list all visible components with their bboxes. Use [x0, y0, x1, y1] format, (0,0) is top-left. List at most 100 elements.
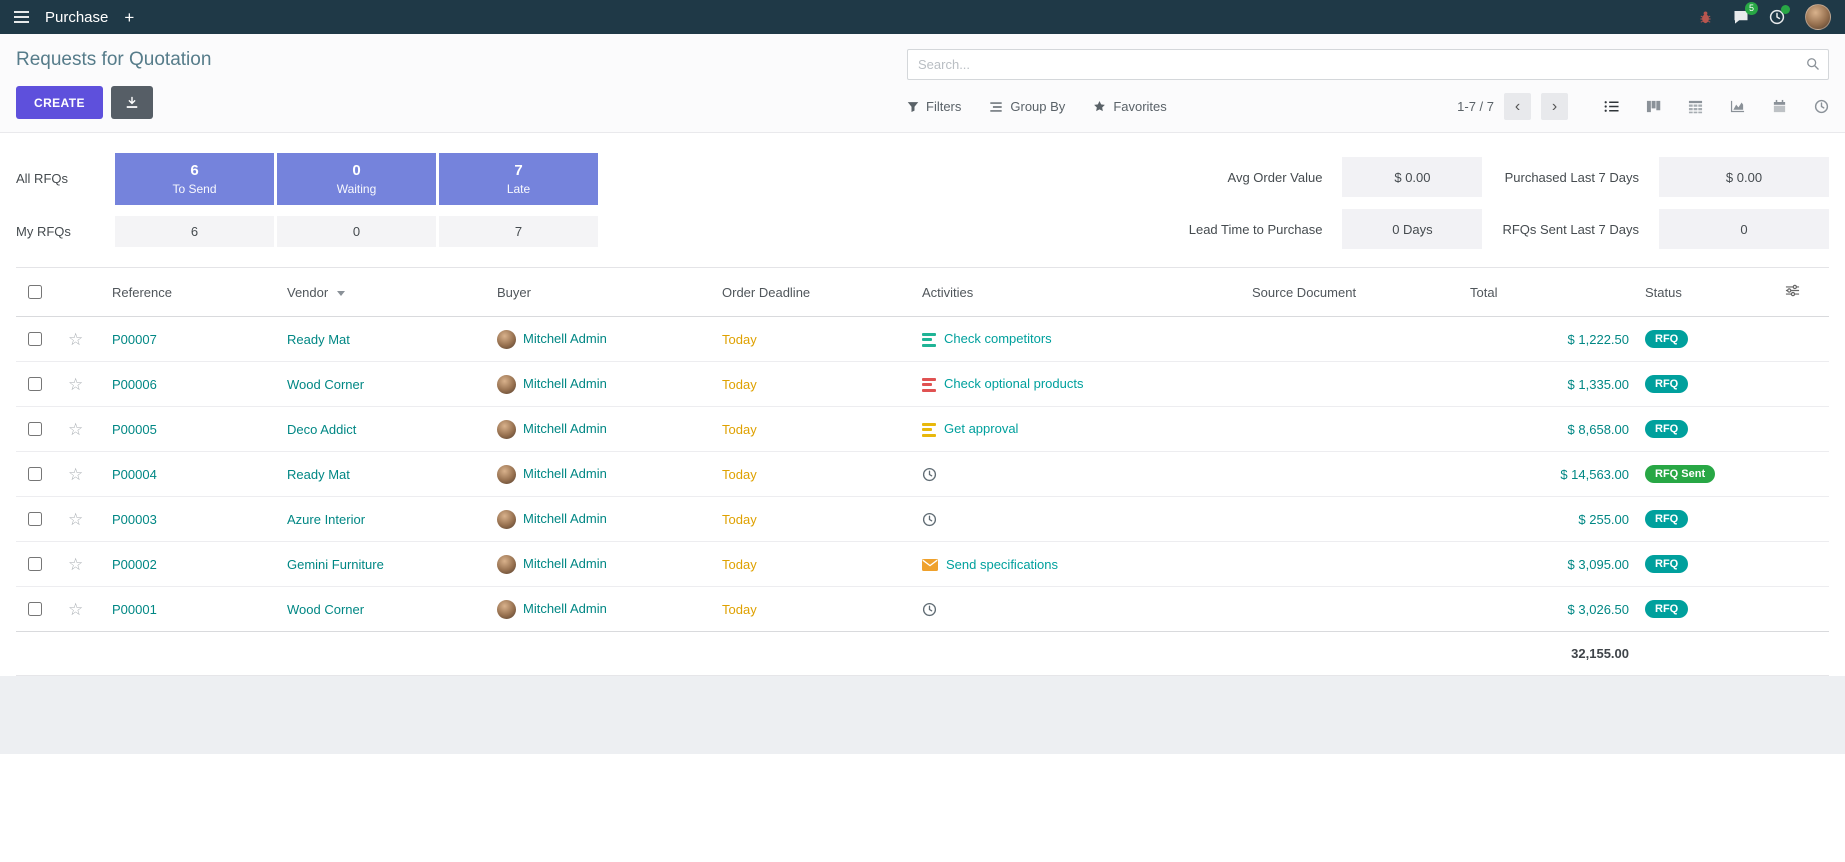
avg-order-value[interactable]: $ 0.00 — [1342, 157, 1482, 197]
table-row[interactable]: ☆ P00007 Ready Mat Mitchell Admin Today … — [16, 317, 1829, 362]
buyer-link[interactable]: Mitchell Admin — [523, 600, 607, 615]
table-row[interactable]: ☆ P00006 Wood Corner Mitchell Admin Toda… — [16, 362, 1829, 407]
view-activity-button[interactable] — [1814, 99, 1829, 114]
vendor-link[interactable]: Azure Interior — [287, 512, 365, 527]
row-checkbox[interactable] — [28, 377, 42, 391]
buyer-link[interactable]: Mitchell Admin — [523, 555, 607, 570]
apps-menu-icon[interactable] — [14, 11, 29, 23]
row-checkbox[interactable] — [28, 557, 42, 571]
buyer-link[interactable]: Mitchell Admin — [523, 465, 607, 480]
tile-late[interactable]: 7 Late — [439, 153, 598, 205]
row-checkbox[interactable] — [28, 602, 42, 616]
column-header-activities[interactable]: Activities — [914, 268, 1244, 317]
reference-link[interactable]: P00002 — [112, 557, 157, 572]
activity-icon[interactable] — [922, 423, 936, 437]
reference-link[interactable]: P00001 — [112, 602, 157, 617]
my-waiting-count[interactable]: 0 — [277, 216, 436, 247]
activity-label[interactable]: Send specifications — [946, 557, 1058, 572]
bug-icon[interactable] — [1698, 10, 1713, 25]
new-tab-icon[interactable]: + — [124, 9, 134, 26]
column-header-order-deadline[interactable]: Order Deadline — [714, 268, 914, 317]
activity-label[interactable]: Check competitors — [944, 331, 1052, 346]
search-input[interactable] — [907, 49, 1829, 80]
activity-icon[interactable] — [922, 559, 938, 571]
row-checkbox[interactable] — [28, 422, 42, 436]
my-to-send-count[interactable]: 6 — [115, 216, 274, 247]
view-graph-button[interactable] — [1730, 99, 1745, 114]
view-list-button[interactable] — [1604, 99, 1619, 114]
view-kanban-button[interactable] — [1646, 99, 1661, 114]
my-late-count[interactable]: 7 — [439, 216, 598, 247]
favorite-star-icon[interactable]: ☆ — [68, 465, 83, 484]
activity-icon[interactable] — [922, 378, 936, 392]
messages-icon[interactable]: 5 — [1733, 9, 1749, 25]
filters-button[interactable]: Filters — [907, 99, 961, 114]
buyer-avatar — [497, 375, 516, 394]
group-by-button[interactable]: Group By — [989, 99, 1065, 114]
reference-link[interactable]: P00006 — [112, 377, 157, 392]
table-row[interactable]: ☆ P00005 Deco Addict Mitchell Admin Toda… — [16, 407, 1829, 452]
pager-next-button[interactable]: › — [1541, 93, 1568, 120]
view-calendar-button[interactable] — [1772, 99, 1787, 114]
vendor-link[interactable]: Gemini Furniture — [287, 557, 384, 572]
favorite-star-icon[interactable]: ☆ — [68, 555, 83, 574]
user-avatar[interactable] — [1805, 4, 1831, 30]
rfqs-sent-last-7-days[interactable]: 0 — [1659, 209, 1829, 249]
row-total: $ 3,026.50 — [1462, 587, 1637, 632]
reference-link[interactable]: P00007 — [112, 332, 157, 347]
vendor-link[interactable]: Wood Corner — [287, 377, 364, 392]
column-header-source-document[interactable]: Source Document — [1244, 268, 1462, 317]
reference-link[interactable]: P00003 — [112, 512, 157, 527]
column-header-total[interactable]: Total — [1462, 268, 1637, 317]
select-all-checkbox[interactable] — [28, 285, 42, 299]
row-checkbox[interactable] — [28, 332, 42, 346]
buyer-link[interactable]: Mitchell Admin — [523, 510, 607, 525]
row-checkbox[interactable] — [28, 512, 42, 526]
table-row[interactable]: ☆ P00004 Ready Mat Mitchell Admin Today … — [16, 452, 1829, 497]
purchased-last-7-days[interactable]: $ 0.00 — [1659, 157, 1829, 197]
vendor-link[interactable]: Ready Mat — [287, 467, 350, 482]
column-header-reference[interactable]: Reference — [104, 268, 279, 317]
export-button[interactable] — [111, 86, 153, 119]
lead-time-value[interactable]: 0 Days — [1342, 209, 1482, 249]
activities-icon[interactable] — [1769, 9, 1785, 25]
reference-link[interactable]: P00004 — [112, 467, 157, 482]
column-header-vendor[interactable]: Vendor — [279, 268, 489, 317]
activity-label[interactable]: Check optional products — [944, 376, 1083, 391]
favorite-star-icon[interactable]: ☆ — [68, 375, 83, 394]
tile-to-send[interactable]: 6 To Send — [115, 153, 274, 205]
favorite-star-icon[interactable]: ☆ — [68, 600, 83, 619]
buyer-avatar — [497, 465, 516, 484]
vendor-link[interactable]: Ready Mat — [287, 332, 350, 347]
tile-waiting[interactable]: 0 Waiting — [277, 153, 436, 205]
column-header-buyer[interactable]: Buyer — [489, 268, 714, 317]
activity-label[interactable]: Get approval — [944, 421, 1018, 436]
favorites-button[interactable]: Favorites — [1093, 99, 1166, 114]
row-checkbox[interactable] — [28, 467, 42, 481]
table-row[interactable]: ☆ P00002 Gemini Furniture Mitchell Admin… — [16, 542, 1829, 587]
favorite-star-icon[interactable]: ☆ — [68, 420, 83, 439]
create-button[interactable]: CREATE — [16, 86, 103, 119]
app-title[interactable]: Purchase — [45, 9, 108, 26]
optional-columns-icon[interactable] — [1785, 283, 1800, 298]
table-row[interactable]: ☆ P00003 Azure Interior Mitchell Admin T… — [16, 497, 1829, 542]
activity-icon[interactable] — [922, 512, 937, 527]
search-bar — [907, 49, 1829, 80]
activity-icon[interactable] — [922, 467, 937, 482]
table-row[interactable]: ☆ P00001 Wood Corner Mitchell Admin Toda… — [16, 587, 1829, 632]
buyer-link[interactable]: Mitchell Admin — [523, 420, 607, 435]
view-pivot-button[interactable] — [1688, 99, 1703, 114]
column-header-status[interactable]: Status — [1637, 268, 1777, 317]
vendor-link[interactable]: Wood Corner — [287, 602, 364, 617]
search-icon[interactable] — [1806, 57, 1820, 74]
pager-previous-button[interactable]: ‹ — [1504, 93, 1531, 120]
vendor-link[interactable]: Deco Addict — [287, 422, 356, 437]
activity-icon[interactable] — [922, 602, 937, 617]
status-badge: RFQ — [1645, 600, 1688, 618]
favorite-star-icon[interactable]: ☆ — [68, 330, 83, 349]
activity-icon[interactable] — [922, 333, 936, 347]
buyer-link[interactable]: Mitchell Admin — [523, 330, 607, 345]
buyer-link[interactable]: Mitchell Admin — [523, 375, 607, 390]
reference-link[interactable]: P00005 — [112, 422, 157, 437]
favorite-star-icon[interactable]: ☆ — [68, 510, 83, 529]
